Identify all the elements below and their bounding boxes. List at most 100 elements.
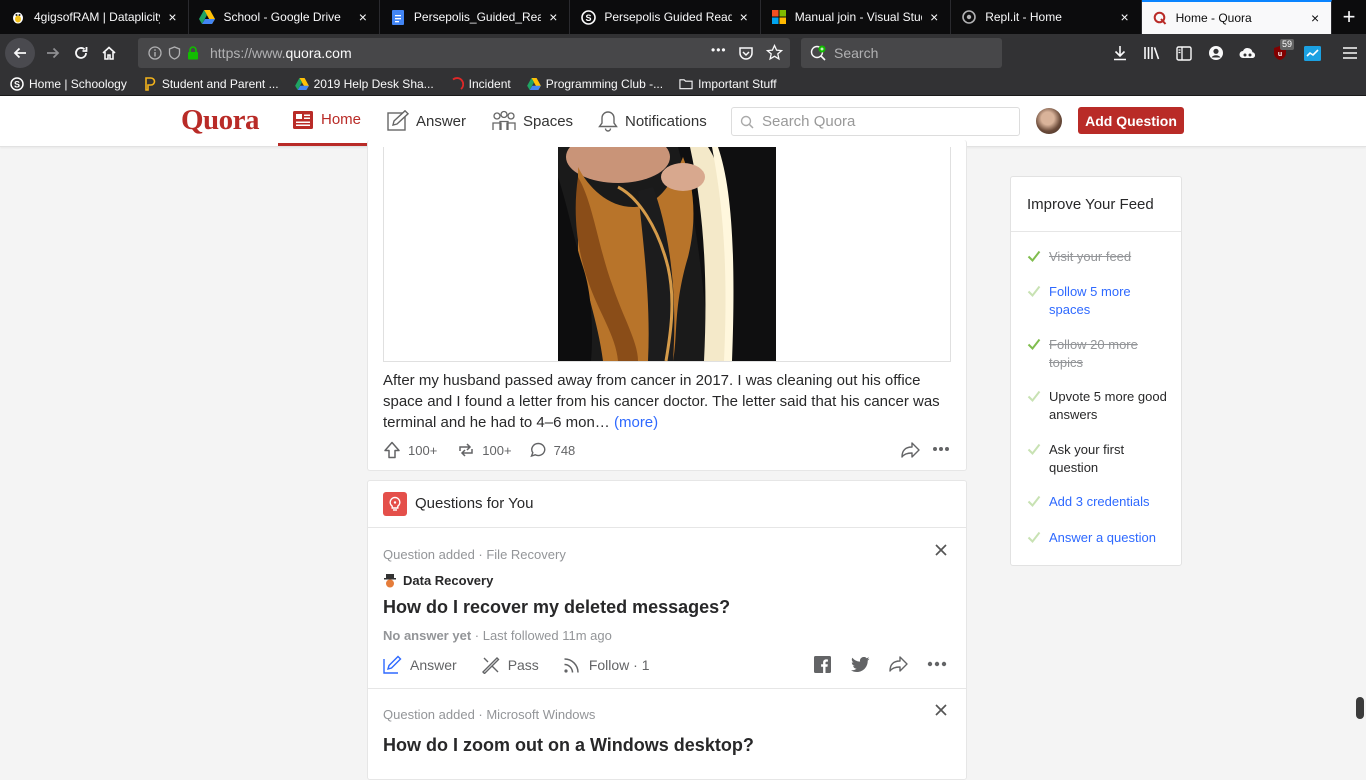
incident-icon [450, 76, 464, 91]
quora-logo[interactable]: Quora [181, 104, 260, 137]
search-engine-icon[interactable] [810, 45, 828, 61]
lock-icon[interactable] [187, 46, 199, 60]
download-icon [1114, 46, 1126, 61]
url-bar[interactable]: https://www. quora.com ••• [138, 38, 790, 68]
bookmark-label: 2019 Help Desk Sha... [313, 76, 434, 91]
add-question-button[interactable]: Add Question [1078, 107, 1184, 134]
bookmark-star-icon[interactable] [766, 44, 783, 61]
forward-button[interactable] [39, 39, 67, 67]
home-icon [102, 46, 116, 60]
feed-task-follow-spaces[interactable]: Follow 5 more spaces [1027, 283, 1169, 319]
read-more-link[interactable]: (more) [614, 414, 658, 431]
feed-task-label: Answer a question [1049, 530, 1156, 545]
browser-tab-persepolis-doc[interactable]: Persepolis_Guided_Readi × [380, 0, 571, 34]
bookmark-important-stuff[interactable]: Important Stuff [679, 77, 777, 91]
check-icon [1027, 388, 1049, 424]
feed-task-label: Follow 5 more spaces [1049, 284, 1131, 317]
home-button[interactable] [95, 39, 123, 67]
info-icon[interactable] [148, 46, 162, 60]
avatar[interactable] [1036, 108, 1062, 134]
no-answer-label: No answer yet [383, 628, 472, 643]
bookmark-student-parent[interactable]: Student and Parent ... [143, 77, 279, 91]
pass-icon [481, 657, 500, 674]
new-tab-button[interactable]: + [1332, 0, 1366, 34]
account-button[interactable] [1200, 38, 1232, 68]
quora-search-input[interactable]: Search Quora [731, 107, 1020, 136]
facebook-icon[interactable] [814, 656, 831, 673]
close-tab-icon[interactable]: × [355, 9, 371, 25]
share-arrow-icon[interactable] [901, 441, 920, 459]
question-topic[interactable]: Data Recovery [383, 573, 493, 588]
feed-task-follow-topics[interactable]: Follow 20 more topics [1027, 336, 1169, 372]
browser-tab-persepolis-schoology[interactable]: S Persepolis Guided Readi × [570, 0, 761, 34]
nav-answer[interactable]: Answer [387, 96, 466, 146]
section-title: Questions for You [415, 495, 534, 512]
twitter-icon[interactable] [851, 657, 870, 672]
quora-search-placeholder: Search Quora [762, 113, 856, 130]
feed-task-ask-question[interactable]: Ask your first question [1027, 441, 1169, 477]
nav-home[interactable]: Home [278, 96, 376, 146]
page-scrollbar-thumb[interactable] [1356, 697, 1364, 719]
more-options-icon[interactable] [932, 446, 950, 452]
dismiss-question-button[interactable] [934, 703, 948, 717]
google-drive-icon [294, 77, 309, 91]
feed-task-visit-feed[interactable]: Visit your feed [1027, 248, 1169, 266]
comments-button[interactable]: 748 [529, 442, 575, 458]
browser-tab-dataplicity[interactable]: 4gigsofRAM | Dataplicity × [0, 0, 190, 34]
more-options-icon[interactable] [927, 661, 947, 667]
question-title[interactable]: How do I zoom out on a Windows desktop? [383, 735, 754, 756]
account-icon [1209, 46, 1223, 60]
bookmark-help-desk[interactable]: 2019 Help Desk Sha... [294, 76, 434, 91]
feed-task-upvote-answers[interactable]: Upvote 5 more good answers [1027, 388, 1169, 424]
answer-button[interactable]: Answer [383, 655, 457, 674]
bookmark-label: Home | Schoology [29, 76, 127, 91]
toolbar-icons: u 59 [1104, 38, 1366, 68]
extension-button[interactable] [1296, 38, 1328, 68]
reload-button[interactable] [67, 39, 95, 67]
library-button[interactable] [1136, 38, 1168, 68]
close-tab-icon[interactable]: × [545, 9, 561, 25]
browser-tab-quora[interactable]: Home - Quora × [1141, 0, 1333, 34]
close-tab-icon[interactable]: × [1307, 10, 1323, 26]
nav-spaces[interactable]: Spaces [492, 96, 573, 146]
close-tab-icon[interactable]: × [1117, 9, 1133, 25]
browser-tab-replit[interactable]: Repl.it - Home × [951, 0, 1142, 34]
pocket-icon[interactable] [738, 45, 754, 61]
home-feed-icon [293, 110, 313, 129]
share-repost-button[interactable]: 100+ [457, 442, 512, 458]
pass-button-label: Pass [507, 656, 539, 673]
browser-search-bar[interactable]: Search [801, 38, 1002, 68]
bookmark-programming-club[interactable]: Programming Club -... [526, 77, 663, 91]
question-meta: Question added · Microsoft Windows [383, 707, 596, 722]
sidebar-button[interactable] [1168, 38, 1200, 68]
browser-tab-google-drive[interactable]: School - Google Drive × [189, 0, 380, 34]
synced-tabs-button[interactable] [1232, 38, 1264, 68]
follow-button[interactable]: Follow · 1 [563, 656, 650, 674]
tracking-shield-icon[interactable] [168, 46, 181, 60]
library-icon [1144, 47, 1160, 60]
page-actions-menu[interactable]: ••• [711, 43, 727, 57]
check-icon [1027, 529, 1049, 547]
answer-pencil-icon [387, 110, 409, 131]
upvote-button[interactable]: 100+ [383, 441, 437, 459]
close-tab-icon[interactable]: × [926, 9, 942, 25]
close-tab-icon[interactable]: × [164, 9, 180, 25]
feed-task-answer-question[interactable]: Answer a question [1027, 529, 1169, 547]
replit-icon [961, 9, 977, 25]
google-drive-icon [526, 77, 541, 91]
bookmark-incident[interactable]: Incident [450, 77, 511, 91]
pass-button[interactable]: Pass [481, 655, 539, 674]
ublock-extension-button[interactable]: u 59 [1264, 38, 1296, 68]
downloads-button[interactable] [1104, 38, 1136, 68]
browser-tab-visual-studio[interactable]: Manual join - Visual Stud × [761, 0, 952, 34]
close-tab-icon[interactable]: × [736, 9, 752, 25]
nav-notifications[interactable]: Notifications [598, 96, 707, 146]
question-title[interactable]: How do I recover my deleted messages? [383, 597, 730, 618]
share-arrow-icon[interactable] [889, 655, 908, 673]
browser-tab-strip: 4gigsofRAM | Dataplicity × School - Goog… [0, 0, 1366, 34]
dismiss-question-button[interactable] [934, 543, 948, 557]
feed-task-add-credentials[interactable]: Add 3 credentials [1027, 493, 1169, 511]
menu-button[interactable] [1334, 38, 1366, 68]
back-button[interactable] [5, 38, 35, 68]
bookmark-schoology[interactable]: S Home | Schoology [10, 77, 127, 91]
